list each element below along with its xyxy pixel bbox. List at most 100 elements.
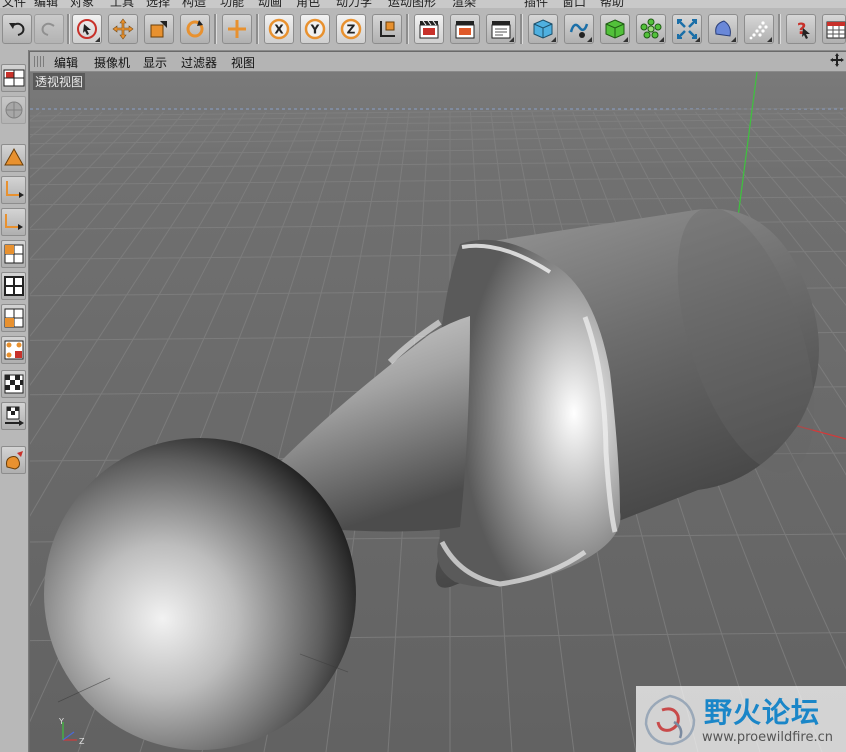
render-view-button[interactable] xyxy=(414,14,444,44)
help-button[interactable]: ? xyxy=(786,14,816,44)
scene-render: Y Z xyxy=(30,72,846,752)
svg-text:Z: Z xyxy=(79,737,85,746)
viewport-menu-camera[interactable]: 摄像机 xyxy=(94,54,130,71)
world-axis-button[interactable] xyxy=(222,14,252,44)
left-mode-toolbar xyxy=(0,50,29,752)
main-toolbar: X Y Z ? xyxy=(0,8,846,51)
viewport-label: 透视视图 xyxy=(33,73,86,90)
scale-tool-button[interactable] xyxy=(144,14,174,44)
cone-object-icon xyxy=(4,147,24,166)
viewport-menu-edit[interactable]: 编辑 xyxy=(54,54,78,71)
menu-select[interactable]: 选择 xyxy=(146,0,170,8)
menu-window[interactable]: 窗口 xyxy=(562,0,586,8)
polygons-mode-icon xyxy=(4,308,24,328)
coordinate-system-icon xyxy=(380,21,395,37)
render-picture-viewer-icon xyxy=(455,21,475,39)
scene-environment-button[interactable] xyxy=(708,14,738,44)
sphere-object xyxy=(44,438,356,750)
workplane-icon xyxy=(5,214,23,230)
sculpt-mode-button[interactable] xyxy=(1,446,26,474)
scale-icon xyxy=(150,21,167,38)
checker-texture-icon xyxy=(4,374,24,394)
redo-icon xyxy=(41,22,55,36)
menu-animate[interactable]: 动画 xyxy=(258,0,282,8)
help-icon: ? xyxy=(797,19,810,39)
perspective-viewport[interactable]: Y Z 透视视图 野火论坛 www.proewildfire.cn xyxy=(30,72,846,752)
rotate-tool-button[interactable] xyxy=(180,14,210,44)
redo-button[interactable] xyxy=(34,14,64,44)
svg-text:Z: Z xyxy=(347,23,356,37)
small-checker-icon xyxy=(5,406,24,426)
forum-logo-icon xyxy=(644,694,696,746)
edges-mode-icon xyxy=(4,276,24,296)
menu-edit[interactable]: 编辑 xyxy=(34,0,58,8)
watermark-url: www.proewildfire.cn xyxy=(702,730,833,745)
viewport-move-icon[interactable] xyxy=(830,53,844,67)
subdivision-nurbs-button[interactable] xyxy=(600,14,630,44)
render-picture-viewer-button[interactable] xyxy=(450,14,480,44)
menu-tools[interactable]: 工具 xyxy=(110,0,134,8)
viewport-menu-display[interactable]: 显示 xyxy=(143,54,167,71)
uv-mode-button[interactable] xyxy=(1,336,26,364)
render-view-icon xyxy=(419,20,439,39)
menu-character[interactable]: 角色 xyxy=(296,0,320,8)
texture-axis-mode-button[interactable] xyxy=(1,176,26,204)
menu-dynamics[interactable]: 动力学 xyxy=(336,0,372,8)
rotate-icon xyxy=(186,20,204,38)
texture-axis-button[interactable] xyxy=(1,402,26,430)
undo-button[interactable] xyxy=(2,14,32,44)
y-axis-lock-button[interactable]: Y xyxy=(300,14,330,44)
move-icon xyxy=(112,18,134,40)
forum-watermark: 野火论坛 www.proewildfire.cn xyxy=(636,686,846,752)
viewport-menu-view[interactable]: 视图 xyxy=(231,54,255,71)
polygons-mode-button[interactable] xyxy=(1,304,26,332)
coordinate-system-button[interactable] xyxy=(372,14,402,44)
y-axis-lock-icon: Y xyxy=(304,18,326,40)
points-mode-button[interactable] xyxy=(1,240,26,268)
watermark-title: 野火论坛 xyxy=(704,696,821,729)
viewport-layout-button[interactable] xyxy=(1,64,26,92)
axis-arrow-icon xyxy=(6,181,24,198)
render-settings-button[interactable] xyxy=(486,14,516,44)
z-axis-lock-button[interactable]: Z xyxy=(336,14,366,44)
menu-plugins[interactable]: 插件 xyxy=(524,0,548,8)
layout-icon xyxy=(826,21,846,39)
menu-file[interactable]: 文件 xyxy=(2,0,26,8)
menu-object[interactable]: 对象 xyxy=(70,0,94,8)
menu-build[interactable]: 构造 xyxy=(182,0,206,8)
sculpt-brush-icon xyxy=(6,451,23,470)
workplane-mode-button[interactable] xyxy=(1,208,26,236)
light-particles-button[interactable] xyxy=(744,14,774,44)
layout-button[interactable] xyxy=(822,14,846,44)
viewport-layout-icon xyxy=(3,69,25,87)
undo-icon xyxy=(9,22,25,36)
model-mode-icon xyxy=(5,101,23,119)
texture-mode-button[interactable] xyxy=(1,370,26,398)
x-axis-lock-button[interactable]: X xyxy=(264,14,294,44)
svg-text:Y: Y xyxy=(58,717,64,726)
move-tool-button[interactable] xyxy=(108,14,138,44)
svg-text:X: X xyxy=(274,23,284,37)
uv-mode-icon xyxy=(4,340,24,360)
menu-render[interactable]: 渲染 xyxy=(452,0,476,8)
viewport-menu-filter[interactable]: 过滤器 xyxy=(181,54,217,71)
model-mode-button[interactable] xyxy=(1,96,26,124)
menu-mograph[interactable]: 运动图形 xyxy=(388,0,436,8)
x-axis-lock-icon: X xyxy=(268,18,290,40)
spline-pen-button[interactable] xyxy=(564,14,594,44)
live-select-button[interactable] xyxy=(72,14,102,44)
menu-functions[interactable]: 功能 xyxy=(220,0,244,8)
points-mode-icon xyxy=(4,244,24,264)
svg-text:Y: Y xyxy=(310,23,320,37)
cloner-array-button[interactable] xyxy=(636,14,666,44)
deformer-button[interactable] xyxy=(672,14,702,44)
edges-mode-button[interactable] xyxy=(1,272,26,300)
panel-grip-icon[interactable] xyxy=(34,56,46,67)
menu-help[interactable]: 帮助 xyxy=(600,0,624,8)
application-menu-bar: 文件 编辑 对象 工具 选择 构造 功能 动画 角色 动力学 运动图形 渲染 插… xyxy=(0,0,846,8)
viewport-header: 编辑 摄像机 显示 过滤器 视图 xyxy=(30,52,846,72)
world-axis-icon xyxy=(228,20,246,38)
z-axis-lock-icon: Z xyxy=(340,18,362,40)
cube-primitive-button[interactable] xyxy=(528,14,558,44)
object-mode-button[interactable] xyxy=(1,144,26,172)
